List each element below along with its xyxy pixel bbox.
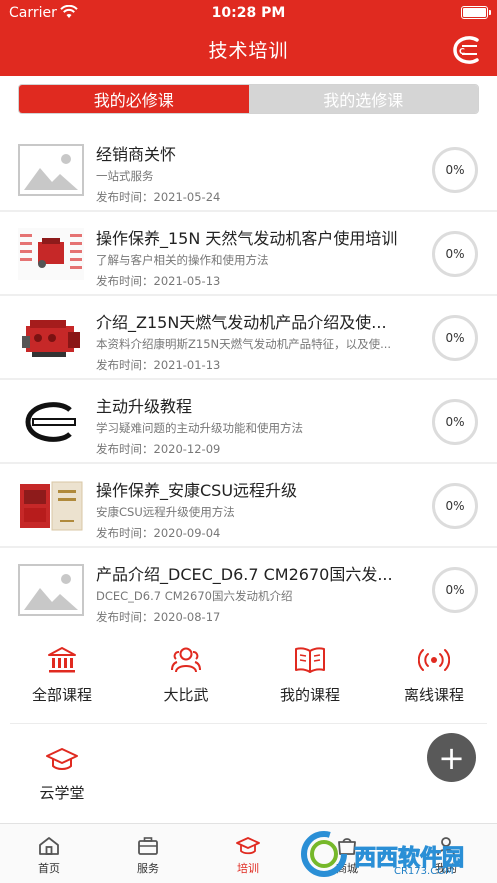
func-all-courses[interactable]: 全部课程 xyxy=(7,646,117,705)
header: Carrier 10:28 PM 技术培训 C xyxy=(0,0,497,76)
func-competition[interactable]: 大比武 xyxy=(131,646,241,705)
progress-ring: 0% xyxy=(432,399,478,445)
func-label: 大比武 xyxy=(163,686,209,704)
course-title: 操作保养_安康CSU远程升级 xyxy=(96,481,298,500)
group-icon xyxy=(171,647,201,673)
func-label: 我的课程 xyxy=(279,686,340,704)
placeholder-image-icon xyxy=(18,144,84,196)
course-item[interactable]: 介绍_Z15N天燃气发动机产品介绍及使... 本资料介绍康明斯Z15N天燃气发动… xyxy=(0,296,497,378)
bank-icon xyxy=(48,647,76,673)
course-date: 发布时间：2020-08-17 xyxy=(96,610,221,624)
graduation-cap-icon xyxy=(236,837,260,855)
course-date: 发布时间：2021-05-24 xyxy=(96,190,221,204)
tab-label: 首页 xyxy=(38,862,60,875)
grid-divider xyxy=(10,723,487,724)
briefcase-icon xyxy=(138,837,158,855)
course-item[interactable]: 经销商关怀 一站式服务 发布时间：2021-05-24 0% xyxy=(0,128,497,210)
book-icon xyxy=(295,647,325,673)
progress-ring: 0% xyxy=(432,315,478,361)
course-type-segment: 我的必修课 我的选修课 xyxy=(18,84,479,114)
func-label: 全部课程 xyxy=(31,686,92,704)
course-description: 一站式服务 xyxy=(96,169,154,183)
course-description: 安康CSU远程升级使用方法 xyxy=(96,505,235,519)
course-title: 经销商关怀 xyxy=(96,145,177,164)
tab-label: 服务 xyxy=(137,862,159,875)
course-description: 学习疑难问题的主动升级功能和使用方法 xyxy=(96,421,303,435)
course-description: DCEC_D6.7 CM2670国六发动机介绍 xyxy=(96,589,293,603)
course-date: 发布时间：2021-05-13 xyxy=(96,274,221,288)
func-offline-courses[interactable]: 离线课程 xyxy=(379,646,489,705)
course-date: 发布时间：2021-01-13 xyxy=(96,358,221,372)
tab-home[interactable]: 首页 xyxy=(19,836,79,876)
progress-ring: 0% xyxy=(432,147,478,193)
tab-mine[interactable]: 我的 xyxy=(416,836,476,876)
progress-ring: 0% xyxy=(432,483,478,529)
function-grid: 全部课程 大比武 我的课程 离线课程 云学堂 + xyxy=(0,628,497,823)
course-description: 了解与客户相关的操作和使用方法 xyxy=(96,253,269,267)
graduation-cap-icon xyxy=(46,748,78,770)
tab-training[interactable]: 培训 xyxy=(218,836,278,876)
shop-icon xyxy=(338,838,356,855)
progress-ring: 0% xyxy=(432,231,478,277)
placeholder-image-icon xyxy=(18,564,84,616)
status-time: 10:28 PM xyxy=(211,5,286,21)
home-icon xyxy=(39,837,59,855)
cummins-logo-icon[interactable]: C xyxy=(451,36,483,64)
course-item[interactable]: 主动升级教程 学习疑难问题的主动升级功能和使用方法 发布时间：2020-12-0… xyxy=(0,380,497,462)
engine-manual-thumbnail xyxy=(18,480,84,532)
func-cloud-class[interactable]: 云学堂 xyxy=(7,746,117,803)
course-item[interactable]: 操作保养_15N 天然气发动机客户使用培训 了解与客户相关的操作和使用方法 发布… xyxy=(0,212,497,294)
status-bar: Carrier 10:28 PM xyxy=(0,0,497,26)
course-item[interactable]: 操作保养_安康CSU远程升级 安康CSU远程升级使用方法 发布时间：2020-0… xyxy=(0,464,497,546)
bottom-tab-bar: 首页 服务 培训 商城 我的 xyxy=(0,823,497,883)
func-label: 离线课程 xyxy=(403,686,464,704)
course-title: 主动升级教程 xyxy=(96,397,193,416)
course-title: 操作保养_15N 天然气发动机客户使用培训 xyxy=(96,229,398,248)
add-button[interactable]: + xyxy=(427,733,476,782)
course-list: 经销商关怀 一站式服务 发布时间：2021-05-24 0% 操作保养_15N … xyxy=(0,128,497,628)
tab-label: 我的 xyxy=(435,862,457,875)
course-date: 发布时间：2020-12-09 xyxy=(96,442,221,456)
tab-service[interactable]: 服务 xyxy=(118,836,178,876)
offline-signal-icon xyxy=(418,649,450,671)
app-screen: Carrier 10:28 PM 技术培训 C 我的必修课 我的选修课 经销商关… xyxy=(0,0,497,883)
course-item[interactable]: 产品介绍_DCEC_D6.7 CM2670国六发... DCEC_D6.7 CM… xyxy=(0,548,497,628)
tab-required-courses[interactable]: 我的必修课 xyxy=(19,85,249,113)
course-date: 发布时间：2020-09-04 xyxy=(96,526,221,540)
func-my-courses[interactable]: 我的课程 xyxy=(255,646,365,705)
func-label: 云学堂 xyxy=(39,784,85,802)
battery-icon xyxy=(461,6,491,19)
page-title: 技术培训 xyxy=(208,40,289,62)
course-title: 产品介绍_DCEC_D6.7 CM2670国六发... xyxy=(96,565,393,584)
cummins-logo-thumbnail xyxy=(18,396,84,448)
tab-elective-courses[interactable]: 我的选修课 xyxy=(248,85,478,113)
tab-shop[interactable]: 商城 xyxy=(317,836,377,876)
course-title: 介绍_Z15N天燃气发动机产品介绍及使... xyxy=(96,313,387,332)
tab-label: 培训 xyxy=(237,862,259,875)
course-description: 本资料介绍康明斯Z15N天燃气发动机产品特征，以及使... xyxy=(96,337,392,351)
red-engine-thumbnail xyxy=(18,312,84,364)
person-icon xyxy=(437,837,455,856)
tab-label: 商城 xyxy=(336,862,358,875)
engine-diagram-thumbnail xyxy=(18,228,84,280)
progress-ring: 0% xyxy=(432,567,478,613)
